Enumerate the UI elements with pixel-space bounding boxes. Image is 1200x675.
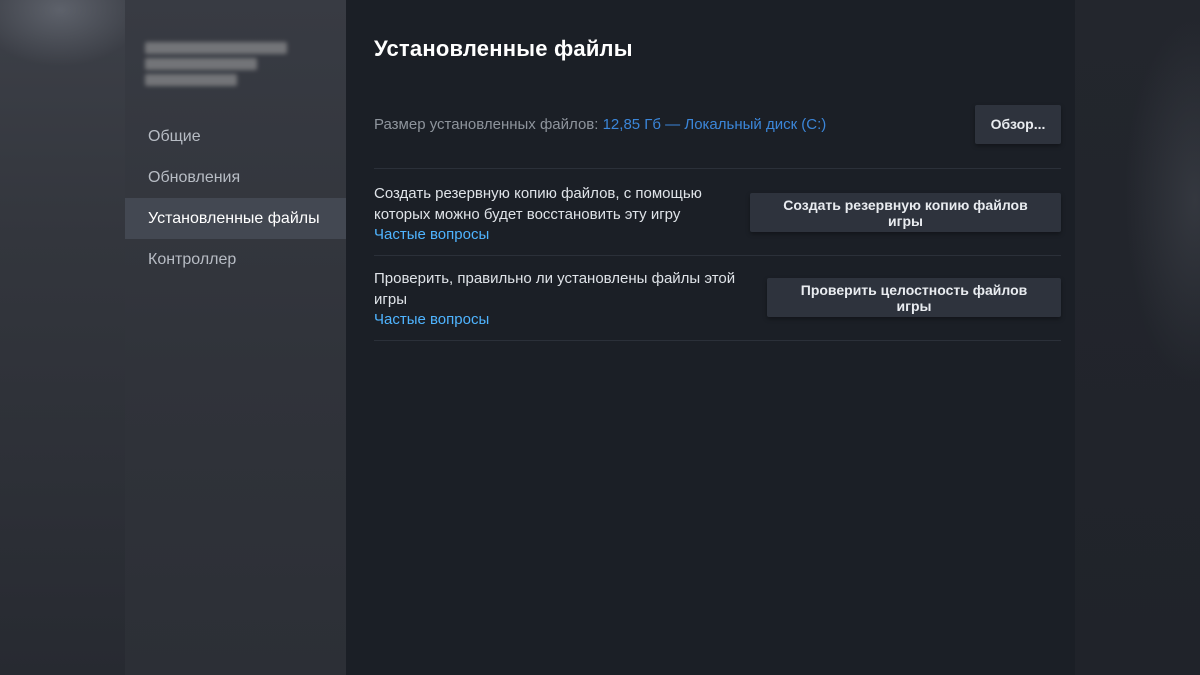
backup-row: Создать резервную копию файлов, с помощь… (374, 183, 1061, 243)
installed-size-value: 12,85 Гб — Локальный диск (C:) (602, 115, 827, 133)
background-library (0, 0, 125, 675)
divider (374, 255, 1061, 256)
sidebar-nav: Общие Обновления Установленные файлы Кон… (125, 116, 346, 280)
verify-description: Проверить, правильно ли установлены файл… (374, 270, 736, 308)
installed-size-row: Размер установленных файлов: 12,85 Гб — … (374, 104, 1061, 144)
verify-integrity-button[interactable]: Проверить целостность файлов игры (767, 278, 1061, 317)
background-library-right (1075, 0, 1200, 675)
game-title-redacted (145, 38, 290, 90)
divider (374, 168, 1061, 169)
properties-dialog: Общие Обновления Установленные файлы Кон… (125, 0, 1075, 675)
sidebar: Общие Обновления Установленные файлы Кон… (125, 0, 346, 675)
sidebar-item-controller[interactable]: Контроллер (125, 239, 346, 280)
sidebar-item-installed-files[interactable]: Установленные файлы (125, 198, 346, 239)
installed-size-text: Размер установленных файлов: 12,85 Гб — … (374, 116, 826, 133)
backup-description: Создать резервную копию файлов, с помощь… (374, 185, 702, 223)
page-title: Установленные файлы (374, 36, 633, 61)
backup-faq-link[interactable]: Частые вопросы (374, 225, 744, 245)
main-content: Установленные файлы Размер установленных… (346, 0, 1075, 675)
installed-size-label: Размер установленных файлов: (374, 115, 603, 133)
verify-description-block: Проверить, правильно ли установлены файл… (374, 268, 744, 330)
backup-description-block: Создать резервную копию файлов, с помощь… (374, 183, 744, 245)
verify-faq-link[interactable]: Частые вопросы (374, 310, 744, 330)
divider (374, 340, 1061, 341)
backup-game-files-button[interactable]: Создать резервную копию файлов игры (750, 193, 1061, 232)
verify-row: Проверить, правильно ли установлены файл… (374, 268, 1061, 328)
sidebar-item-general[interactable]: Общие (125, 116, 346, 157)
sidebar-item-updates[interactable]: Обновления (125, 157, 346, 198)
browse-button[interactable]: Обзор... (975, 104, 1061, 144)
